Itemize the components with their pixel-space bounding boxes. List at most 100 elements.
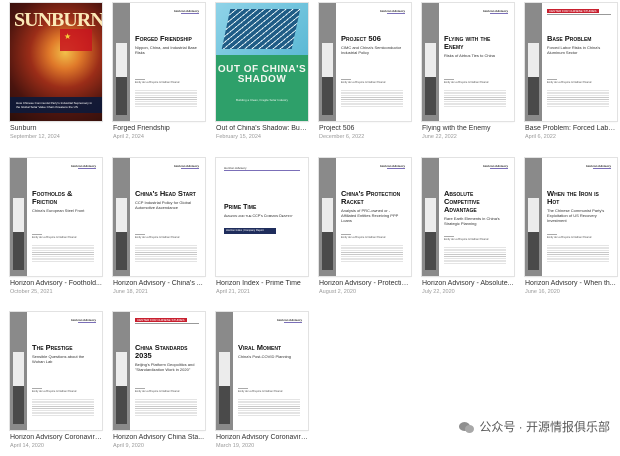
document-item[interactable]: Horizon Advisory Prime Time Amazon and the… [216, 158, 308, 295]
document-cover-thumbnail[interactable]: Horizon Advisory Project 506 CIMC and Chin… [319, 3, 411, 121]
cover-byline-rule [341, 79, 351, 80]
document-title[interactable]: Flying with the Enemy [422, 125, 514, 132]
document-date: April 21, 2021 [216, 289, 250, 295]
cover-subheading: China's European Steel Front [32, 208, 85, 213]
document-item[interactable]: ★ SUNBURN How Chinese Communist Party's In… [10, 3, 102, 140]
cover-spine-block [425, 43, 436, 77]
star-icon: ★ [64, 32, 72, 41]
cover-heading: Forged Friendship [135, 34, 192, 43]
document-cover-thumbnail[interactable]: Horizon Advisory Viral Moment China's Post… [216, 312, 308, 430]
cover-byline-rule [135, 79, 145, 80]
document-cover-thumbnail[interactable]: Horizon Advisory Flying with the Enemy Ris… [422, 3, 514, 121]
cover-spine-block [528, 43, 539, 77]
document-date: April 6, 2022 [525, 134, 556, 140]
cover-spine-block [219, 352, 230, 386]
document-cover-thumbnail[interactable]: Horizon Advisory China's Protection Racke… [319, 158, 411, 276]
document-title[interactable]: Horizon Index - Prime Time [216, 280, 308, 287]
cover-spine-block [322, 77, 333, 115]
solar-panel-graphic [221, 9, 301, 49]
document-title[interactable]: Horizon Advisory - Foothold... [10, 280, 102, 287]
cover-text-block [341, 89, 403, 107]
cover-byline: Emily de La Bruyère & Nathan Picarsic [341, 81, 386, 84]
document-cover-thumbnail[interactable]: Horizon Advisory Forged Friendship Nippon,… [113, 3, 205, 121]
document-title[interactable]: Project 506 [319, 125, 411, 132]
cover-subheading: Analysis of PRC-owned or -Affiliated Ent… [341, 208, 399, 223]
cover-spine-block [116, 232, 127, 270]
document-item[interactable]: CENTER FOR CHINESE STUDIES Base Problem Fo… [525, 3, 617, 140]
document-title[interactable]: Horizon Advisory Coronaviru... [216, 434, 308, 441]
cover-subheading: China's Post-COVID Planning [238, 354, 292, 359]
cover-byline-rule [135, 234, 145, 235]
cover-subheading: Sensible Questions about the Wuhan Lab [32, 354, 85, 364]
document-title[interactable]: Horizon Advisory - Absolute... [422, 280, 514, 287]
cover-rule [387, 13, 405, 14]
document-title[interactable]: Horizon Advisory - Protectio... [319, 280, 411, 287]
document-item[interactable]: Horizon Advisory China's Protection Racke… [319, 158, 411, 295]
document-item[interactable]: Horizon Advisory Forged Friendship Nippon,… [113, 3, 205, 140]
cover-text-block [444, 89, 506, 107]
cover-byline-rule [238, 388, 248, 389]
cover-tag: CENTER FOR CHINESE STUDIES [135, 318, 187, 322]
cover-spine-block [13, 386, 24, 424]
cover-rule [593, 168, 611, 169]
cover-byline: Emily de La Bruyère & Nathan Picarsic [32, 390, 77, 393]
document-title[interactable]: Horizon Advisory China Sta... [113, 434, 205, 441]
cover-badge-label: Horizon Index | Company Report [226, 229, 264, 232]
document-item[interactable]: Horizon Advisory Viral Moment China's Post… [216, 312, 308, 449]
document-cover-thumbnail[interactable]: Horizon Advisory Footholds & Friction Chin… [10, 158, 102, 276]
document-item[interactable]: OUT OF CHINA'S SHADOW Building a Clean, F… [216, 3, 308, 140]
cover-spine-block [425, 198, 436, 232]
cover-byline: Emily de La Bruyère & Nathan Picarsic [547, 236, 592, 239]
cover-text-block [32, 398, 94, 416]
cover-heading: Prime Time [224, 204, 257, 211]
document-item[interactable]: Horizon Advisory Footholds & Friction Chin… [10, 158, 102, 295]
document-item[interactable]: Horizon Advisory Flying with the Enemy Ris… [422, 3, 514, 140]
cover-byline-rule [341, 234, 351, 235]
document-cover-thumbnail[interactable]: Horizon Advisory Prime Time Amazon and the… [216, 158, 308, 276]
document-item[interactable]: CENTER FOR CHINESE STUDIES China Standard… [113, 312, 205, 449]
cover-subheading: The Chinese Communist Party's Exploitati… [547, 208, 605, 223]
document-title[interactable]: Horizon Advisory - China's ... [113, 280, 205, 287]
document-title[interactable]: Sunburn [10, 125, 102, 132]
document-title[interactable]: Horizon Advisory Coronaviru... [10, 434, 102, 441]
cover-byline-rule [547, 234, 557, 235]
document-cover-thumbnail[interactable]: CENTER FOR CHINESE STUDIES China Standard… [113, 312, 205, 430]
cover-byline-rule [32, 388, 42, 389]
document-cover-thumbnail[interactable]: Horizon Advisory China's Head Start CCP In… [113, 158, 205, 276]
cover-subheading: Rare Earth Elements in China's Strategic… [444, 216, 500, 226]
document-item[interactable]: Horizon Advisory The Prestige Sensible Que… [10, 312, 102, 449]
document-date: April 9, 2020 [113, 443, 144, 449]
cover-heading: China's Protection Racket [341, 189, 401, 207]
document-title[interactable]: Horizon Advisory - When th... [525, 280, 617, 287]
document-cover-thumbnail[interactable]: Horizon Advisory The Prestige Sensible Que… [10, 312, 102, 430]
document-cover-thumbnail[interactable]: CENTER FOR CHINESE STUDIES Base Problem Fo… [525, 3, 617, 121]
document-title[interactable]: Forged Friendship [113, 125, 205, 132]
document-item[interactable]: Horizon Advisory China's Head Start CCP In… [113, 158, 205, 295]
cover-rule [547, 14, 611, 15]
document-title[interactable]: Base Problem: Forced Labor... [525, 125, 617, 132]
document-item[interactable]: Horizon Advisory When the Iron is Hot The … [525, 158, 617, 295]
document-cover-thumbnail[interactable]: Horizon Advisory Absolute Competitive Adv… [422, 158, 514, 276]
cover-byline-rule [135, 388, 145, 389]
cover-rule [490, 13, 508, 14]
cover-byline: Emily de La Bruyère & Nathan Picarsic [32, 236, 77, 239]
document-item[interactable]: Horizon Advisory Project 506 CIMC and Chin… [319, 3, 411, 140]
cover-heading: OUT OF CHINA'S SHADOW [217, 64, 307, 85]
document-title[interactable]: Out of China's Shadow: Buil... [216, 125, 308, 132]
cover-text-block [444, 246, 506, 264]
cover-heading: Base Problem [547, 34, 592, 43]
document-grid: ★ SUNBURN How Chinese Communist Party's In… [0, 0, 620, 456]
cover-text-block [341, 244, 403, 262]
document-cover-thumbnail[interactable]: ★ SUNBURN How Chinese Communist Party's In… [10, 3, 102, 121]
wechat-icon [459, 421, 475, 433]
document-date: March 19, 2020 [216, 443, 255, 449]
cover-byline: Emily de La Bruyère & Nathan Picarsic [135, 81, 180, 84]
document-cover-thumbnail[interactable]: Horizon Advisory When the Iron is Hot The … [525, 158, 617, 276]
cover-rule [135, 323, 199, 324]
cover-heading: The Prestige [32, 343, 73, 352]
document-item[interactable]: Horizon Advisory Absolute Competitive Adv… [422, 158, 514, 295]
cover-rule [490, 168, 508, 169]
document-cover-thumbnail[interactable]: OUT OF CHINA'S SHADOW Building a Clean, F… [216, 3, 308, 121]
document-date: April 2, 2024 [113, 134, 144, 140]
cover-subheading: How Chinese Communist Party's Industrial… [16, 101, 92, 110]
